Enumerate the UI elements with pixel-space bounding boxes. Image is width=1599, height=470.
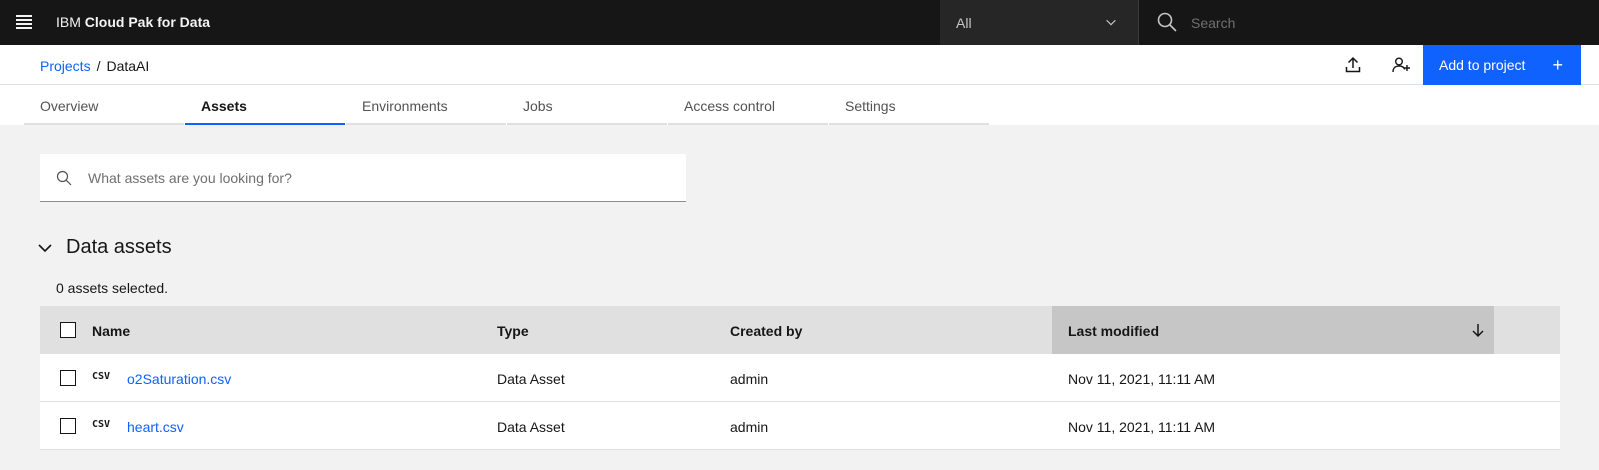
add-collaborator-icon[interactable] xyxy=(1391,55,1411,75)
brand-name: Cloud Pak for Data xyxy=(84,14,211,30)
project-header: Projects / DataAI Add to project + xyxy=(0,45,1599,85)
brand-prefix: IBM xyxy=(56,14,81,30)
column-created-by[interactable]: Created by xyxy=(730,323,802,339)
search-icon xyxy=(56,170,72,186)
top-nav-bar: IBM Cloud Pak for Data All Search xyxy=(0,0,1599,45)
search-icon xyxy=(1157,12,1177,32)
breadcrumb-current: DataAI xyxy=(106,58,150,74)
column-name[interactable]: Name xyxy=(92,323,130,339)
data-assets-toggle[interactable]: Data assets xyxy=(36,236,172,259)
tab-settings[interactable]: Settings xyxy=(829,85,989,125)
add-to-project-button[interactable]: Add to project + xyxy=(1423,45,1581,85)
tab-assets[interactable]: Assets xyxy=(185,85,345,125)
column-type[interactable]: Type xyxy=(497,323,529,339)
select-all-checkbox[interactable] xyxy=(60,322,76,338)
asset-last-modified: Nov 11, 2021, 11:11 AM xyxy=(1068,371,1216,387)
csv-icon: CSV xyxy=(92,419,111,430)
tab-environments[interactable]: Environments xyxy=(346,85,506,125)
column-last-modified[interactable]: Last modified xyxy=(1068,323,1159,339)
assets-table: Name Type Created by Last modified CSV o… xyxy=(40,306,1560,450)
breadcrumb: Projects / DataAI xyxy=(40,58,149,74)
table-row[interactable]: CSV o2Saturation.csv Data Asset admin No… xyxy=(40,354,1560,402)
asset-type: Data Asset xyxy=(497,419,565,435)
add-icon: + xyxy=(1552,55,1563,75)
project-tabs: Overview Assets Environments Jobs Access… xyxy=(0,85,1599,125)
asset-name-link[interactable]: o2Saturation.csv xyxy=(127,371,231,387)
breadcrumb-projects-link[interactable]: Projects xyxy=(40,58,91,74)
table-header: Name Type Created by Last modified xyxy=(40,306,1560,354)
scope-dropdown[interactable]: All xyxy=(940,0,1138,45)
asset-search-input[interactable]: What assets are you looking for? xyxy=(88,170,292,186)
scope-value: All xyxy=(956,15,972,31)
upload-icon[interactable] xyxy=(1343,55,1363,75)
menu-icon[interactable] xyxy=(16,15,32,29)
asset-type: Data Asset xyxy=(497,371,565,387)
asset-created-by: admin xyxy=(730,371,769,387)
tab-jobs[interactable]: Jobs xyxy=(507,85,667,125)
tab-overview[interactable]: Overview xyxy=(24,85,184,125)
row-checkbox[interactable] xyxy=(60,418,76,434)
chevron-down-icon xyxy=(38,243,52,252)
global-search-input[interactable]: Search xyxy=(1191,15,1235,31)
row-checkbox[interactable] xyxy=(60,370,76,386)
global-search[interactable]: Search xyxy=(1138,0,1599,45)
sort-descending-icon[interactable] xyxy=(1470,322,1486,338)
table-row[interactable]: CSV heart.csv Data Asset admin Nov 11, 2… xyxy=(40,402,1560,450)
csv-icon: CSV xyxy=(92,371,111,382)
breadcrumb-separator: / xyxy=(96,58,101,74)
app-brand[interactable]: IBM Cloud Pak for Data xyxy=(56,14,210,30)
selection-count: 0 assets selected. xyxy=(56,280,169,296)
tab-access-control[interactable]: Access control xyxy=(668,85,828,125)
asset-name-link[interactable]: heart.csv xyxy=(127,419,184,435)
chevron-down-icon xyxy=(1106,19,1116,26)
section-title: Data assets xyxy=(66,236,172,258)
add-to-project-label: Add to project xyxy=(1439,57,1526,73)
asset-last-modified: Nov 11, 2021, 11:11 AM xyxy=(1068,419,1216,435)
asset-search[interactable]: What assets are you looking for? xyxy=(40,154,686,202)
asset-created-by: admin xyxy=(730,419,769,435)
